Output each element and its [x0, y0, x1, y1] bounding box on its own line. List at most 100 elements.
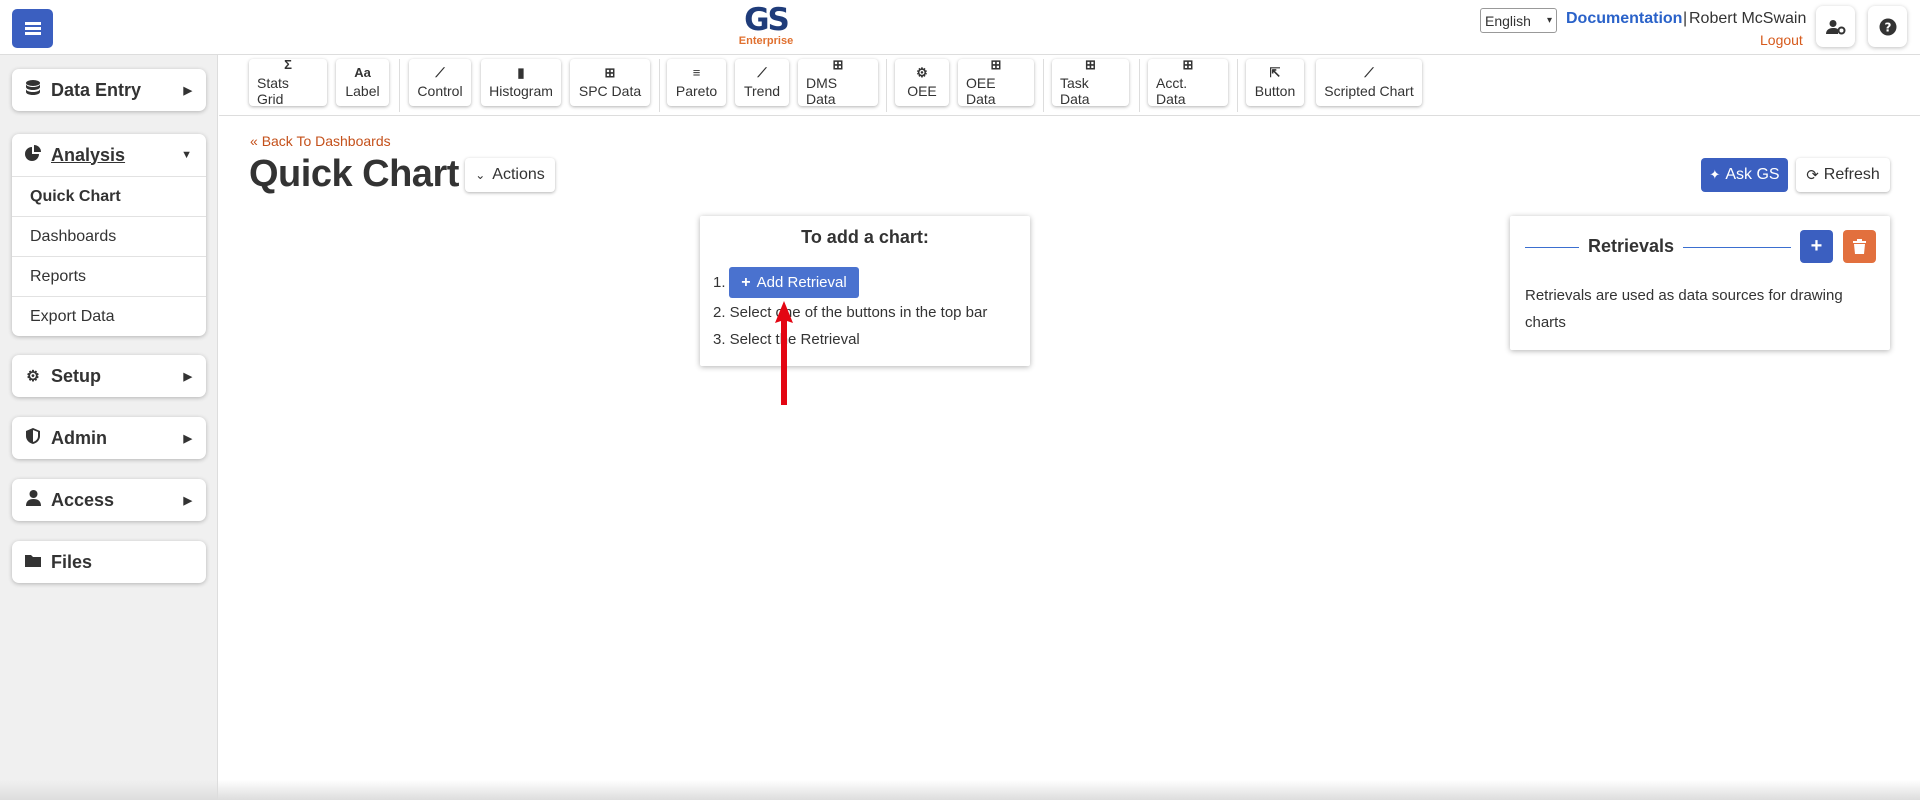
- trash-icon: [1853, 239, 1866, 254]
- back-link-label: Back To Dashboards: [261, 133, 391, 149]
- ask-gs-label: Ask GS: [1725, 166, 1780, 183]
- actions-label: Actions: [492, 166, 545, 183]
- pareto-icon: ≡: [692, 65, 701, 80]
- add-retrieval-label: Add Retrieval: [756, 274, 847, 291]
- sparkle-icon: ✦: [1709, 167, 1721, 182]
- nav-analysis-label: Analysis: [51, 144, 126, 165]
- plus-icon: +: [1810, 235, 1823, 257]
- user-name: Robert McSwain: [1689, 10, 1807, 27]
- question-circle-icon: ?: [1879, 18, 1896, 35]
- tool-trend[interactable]: ⟋ Trend: [735, 59, 789, 106]
- delete-retrieval-button[interactable]: [1843, 230, 1876, 263]
- user-icon: [24, 490, 42, 510]
- tool-label: Task Data: [1060, 75, 1090, 107]
- retrievals-title: Retrievals: [1588, 236, 1675, 256]
- folder-icon: [24, 554, 42, 571]
- tool-spc-data[interactable]: ⊞ SPC Data: [570, 59, 650, 106]
- tool-stats-grid[interactable]: Σ Stats Grid: [249, 58, 327, 107]
- page-title: Quick Chart: [249, 153, 459, 195]
- tool-acct-data[interactable]: ⊞ Acct. Data: [1148, 58, 1228, 107]
- tool-label: Histogram: [489, 83, 553, 99]
- toolbar-divider: [1043, 59, 1044, 112]
- language-select[interactable]: English ▾: [1480, 8, 1557, 33]
- tool-oee-data[interactable]: ⊞ OEE Data: [958, 57, 1034, 107]
- add-retrieval-button[interactable]: + Add Retrieval: [729, 267, 859, 298]
- tool-pareto[interactable]: ≡ Pareto: [667, 59, 726, 106]
- nav-setup-label: Setup: [51, 365, 102, 386]
- actions-dropdown-button[interactable]: ⌄ Actions: [465, 158, 555, 192]
- tool-label: Label: [345, 83, 380, 99]
- tool-label: Pareto: [675, 83, 718, 99]
- back-to-dashboards-link[interactable]: « Back To Dashboards: [250, 133, 391, 149]
- user-gear-icon: [1825, 19, 1845, 34]
- plus-icon: +: [741, 273, 751, 291]
- nav-files[interactable]: Files: [12, 541, 206, 583]
- tool-scripted-chart[interactable]: ⟋ Scripted Chart: [1316, 59, 1422, 106]
- nav-item-quick-chart[interactable]: Quick Chart: [12, 176, 206, 216]
- nav-item-reports[interactable]: Reports: [12, 256, 206, 296]
- refresh-icon: ⟳: [1806, 167, 1819, 184]
- nav-setup[interactable]: ⚙ Setup ▶: [12, 355, 206, 397]
- logout-link[interactable]: Logout: [1760, 32, 1803, 48]
- tool-oee[interactable]: ⚙ OEE: [895, 59, 949, 106]
- user-settings-button[interactable]: [1816, 6, 1855, 47]
- toolbar-divider: [1237, 59, 1238, 112]
- add-retrieval-icon-button[interactable]: +: [1800, 230, 1833, 263]
- tool-label: Acct. Data: [1156, 75, 1188, 107]
- refresh-button[interactable]: ⟳ Refresh: [1796, 158, 1890, 192]
- text-icon: Aa: [354, 65, 371, 80]
- tool-control[interactable]: ⟋ Control: [409, 59, 471, 106]
- tool-label: Button: [1254, 83, 1296, 99]
- nav-admin-label: Admin: [51, 427, 107, 448]
- tool-label: Scripted Chart: [1324, 83, 1414, 99]
- help-button[interactable]: ?: [1868, 6, 1907, 47]
- pie-chart-icon: [24, 145, 42, 165]
- table-icon: ⊞: [990, 57, 1002, 72]
- top-header: GS Enterprise English ▾ Documentation | …: [0, 0, 1920, 55]
- trend-icon: ⟋: [757, 65, 767, 80]
- nav-item-export-data[interactable]: Export Data: [12, 296, 206, 336]
- nav-item-dashboards[interactable]: Dashboards: [12, 216, 206, 256]
- table-icon: ⊞: [604, 65, 616, 80]
- tool-label: OEE: [907, 83, 937, 99]
- tool-dms-data[interactable]: ⊞ DMS Data: [798, 58, 878, 107]
- chevron-down-icon: ⌄: [475, 168, 486, 182]
- tool-label[interactable]: Aa Label: [336, 59, 389, 106]
- oee-icon: ⚙: [916, 65, 928, 80]
- hamburger-menu-button[interactable]: [12, 9, 53, 48]
- tool-button[interactable]: ⇱ Button: [1246, 59, 1304, 106]
- caret-right-icon: ▶: [183, 432, 192, 445]
- tool-task-data[interactable]: ⊞ Task Data: [1052, 57, 1129, 107]
- tool-label: Stats Grid: [257, 75, 289, 107]
- panel-title-rule: [1525, 247, 1579, 248]
- documentation-link[interactable]: Documentation: [1566, 10, 1682, 28]
- hamburger-icon: [24, 22, 41, 35]
- red-arrow-annotation: [775, 301, 793, 405]
- step-1-number: 1.: [713, 274, 726, 291]
- script-chart-icon: ⟋: [1364, 65, 1374, 80]
- header-separator: |: [1683, 10, 1688, 27]
- ask-gs-button[interactable]: ✦ Ask GS: [1701, 158, 1788, 192]
- retrievals-panel: Retrievals + Retrievals are used as data…: [1510, 216, 1890, 350]
- database-icon: [24, 80, 42, 100]
- caret-right-icon: ▶: [183, 370, 192, 383]
- language-value: English: [1485, 12, 1531, 29]
- table-icon: ⊞: [1085, 57, 1096, 72]
- caret-down-icon: ▼: [181, 149, 192, 161]
- pointer-icon: ⇱: [1269, 65, 1281, 80]
- logo-main-text: GS: [744, 2, 790, 38]
- nav-analysis[interactable]: Analysis ▼ Quick Chart Dashboards Report…: [12, 134, 206, 336]
- tool-histogram[interactable]: ▮ Histogram: [481, 59, 561, 106]
- panel-title-rule: [1683, 247, 1791, 248]
- logo-sub-text: Enterprise: [738, 35, 794, 47]
- nav-access[interactable]: Access ▶: [12, 479, 206, 521]
- nav-admin[interactable]: Admin ▶: [12, 417, 206, 459]
- nav-data-entry[interactable]: Data Entry ▶: [12, 69, 206, 111]
- gs-logo[interactable]: GS Enterprise: [736, 4, 796, 47]
- toolbar-divider: [1139, 59, 1140, 112]
- refresh-label: Refresh: [1823, 166, 1880, 183]
- nav-files-label: Files: [51, 551, 93, 572]
- tool-label: Control: [417, 83, 463, 99]
- caret-right-icon: ▶: [183, 84, 192, 97]
- tool-label: SPC Data: [578, 83, 642, 99]
